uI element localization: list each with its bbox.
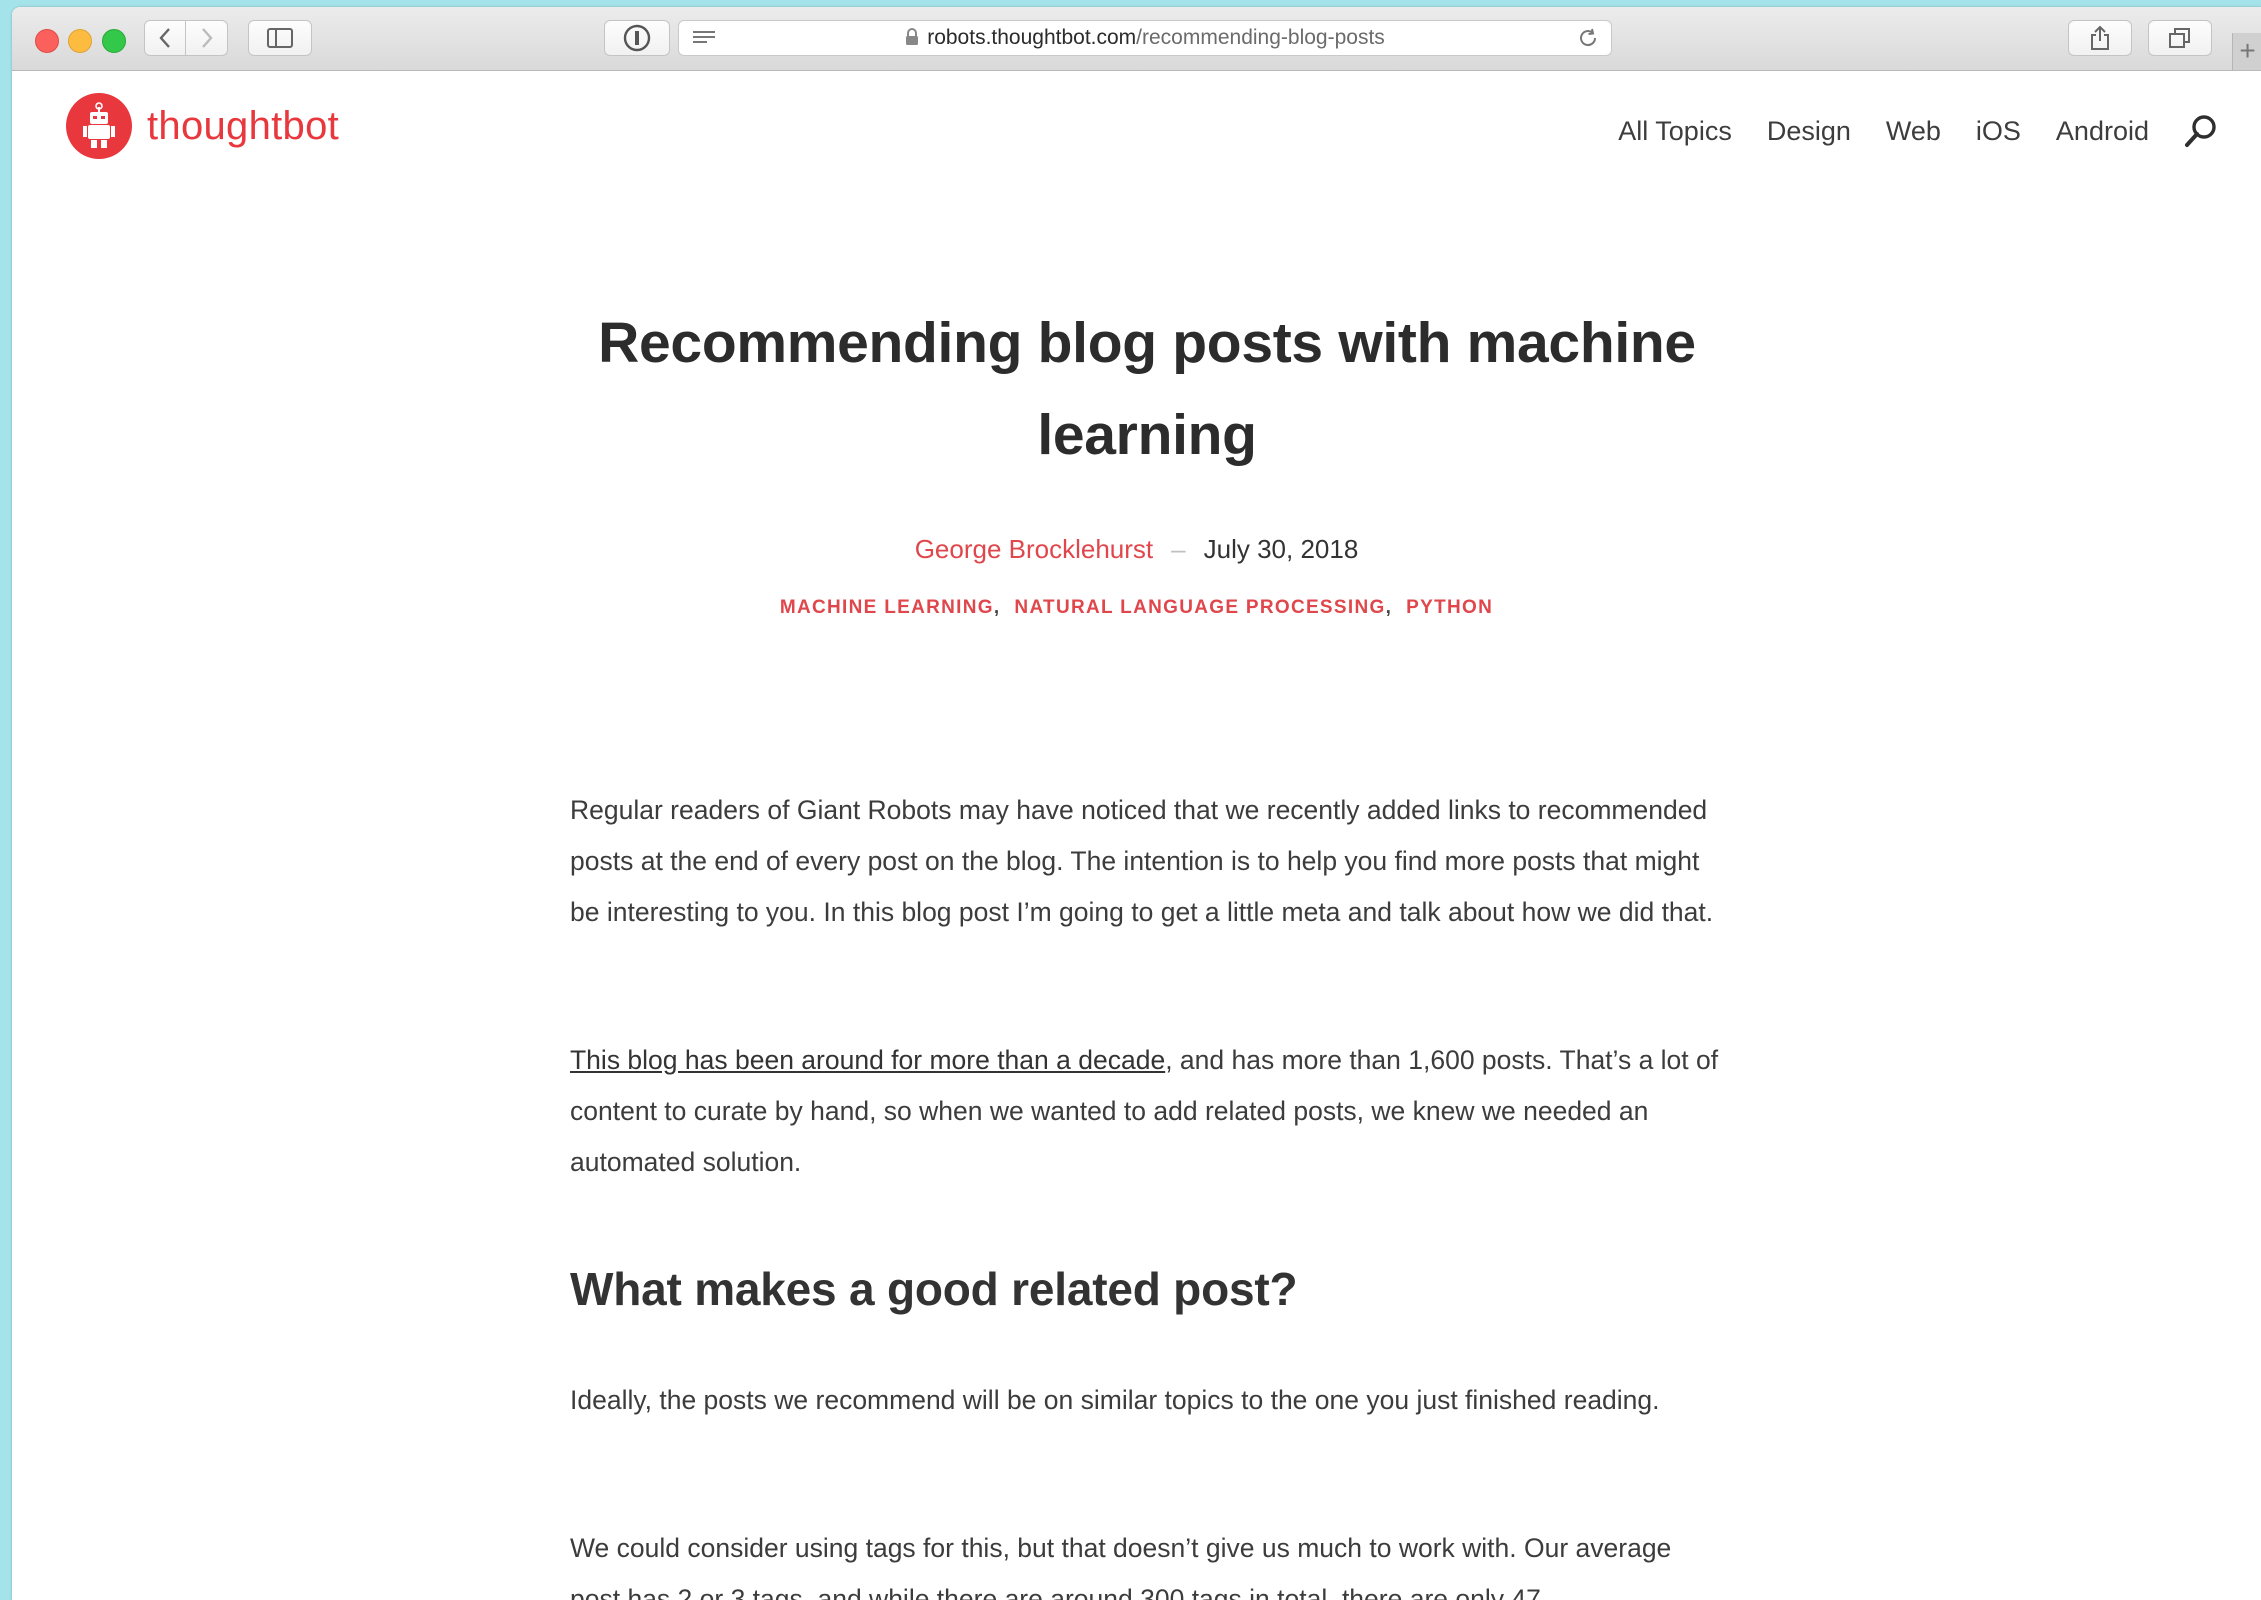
logo-wordmark: thoughtbot xyxy=(147,103,340,148)
chevron-left-icon xyxy=(159,28,170,48)
address-bar[interactable]: robots.thoughtbot.com/recommending-blog-… xyxy=(678,20,1612,56)
tag-comma: , xyxy=(1385,597,1393,618)
history-link[interactable]: This blog has been around for more than … xyxy=(570,1045,1165,1075)
sidebar-toggle-button[interactable] xyxy=(248,20,312,56)
paragraph-history: This blog has been around for more than … xyxy=(570,1035,1720,1188)
nav-ios[interactable]: iOS xyxy=(1976,116,2021,147)
share-icon xyxy=(2091,25,2109,50)
url-path: /recommending-blog-posts xyxy=(1136,26,1385,49)
author-link[interactable]: George Brocklehurst xyxy=(915,534,1153,564)
post-date: July 30, 2018 xyxy=(1203,534,1359,564)
site-nav: All Topics Design Web iOS Android xyxy=(1583,113,2219,149)
back-button[interactable] xyxy=(144,20,186,56)
tabs-overview-icon xyxy=(2169,28,2190,48)
key-circle-icon xyxy=(623,24,651,52)
forward-button[interactable] xyxy=(186,20,228,56)
share-button[interactable] xyxy=(2068,20,2132,56)
site-logo[interactable]: thoughtbot xyxy=(66,93,339,159)
chevron-right-icon xyxy=(201,28,213,48)
url-host: robots.thoughtbot.com xyxy=(927,26,1137,49)
nav-android[interactable]: Android xyxy=(2056,116,2149,147)
paragraph-ideal-text: Ideally, the posts we recommend will be … xyxy=(570,1385,1660,1415)
close-window-button[interactable] xyxy=(35,29,59,53)
post-meta: George Brocklehurst – July 30, 2018 xyxy=(12,534,2261,565)
lock-icon xyxy=(906,28,919,45)
paragraph-history-text: This blog has been around for more than … xyxy=(570,1035,1720,1188)
post-tags: MACHINE LEARNING, NATURAL LANGUAGE PROCES… xyxy=(12,597,2261,619)
tag-comma: , xyxy=(993,597,1001,618)
minimize-window-button[interactable] xyxy=(68,29,92,53)
nav-all-topics[interactable]: All Topics xyxy=(1618,116,1732,147)
browser-window: robots.thoughtbot.com/recommending-blog-… xyxy=(12,7,2261,1600)
section-heading: What makes a good related post? xyxy=(570,1263,1298,1315)
tag-machine-learning[interactable]: MACHINE LEARNING xyxy=(780,597,994,618)
paragraph-intro: Regular readers of Giant Robots may have… xyxy=(570,785,1720,938)
show-tabs-button[interactable] xyxy=(2148,20,2212,56)
reload-icon[interactable] xyxy=(1577,27,1599,49)
robot-logo-icon xyxy=(66,93,132,159)
paragraph-tags-text: We could consider using tags for this, b… xyxy=(570,1533,1672,1600)
paragraph-tags: We could consider using tags for this, b… xyxy=(570,1523,1720,1600)
nav-design[interactable]: Design xyxy=(1767,116,1851,147)
tag-natural-language-processing[interactable]: NATURAL LANGUAGE PROCESSING xyxy=(1014,597,1385,618)
zoom-window-button[interactable] xyxy=(102,29,126,53)
meta-separator: – xyxy=(1171,534,1186,564)
paragraph-ideal: Ideally, the posts we recommend will be … xyxy=(570,1375,1720,1426)
url-text: robots.thoughtbot.com/recommending-blog-… xyxy=(679,21,1611,55)
paragraph-intro-text: Regular readers of Giant Robots may have… xyxy=(570,795,1714,927)
nav-web[interactable]: Web xyxy=(1886,116,1941,147)
browser-toolbar: robots.thoughtbot.com/recommending-blog-… xyxy=(12,7,2261,71)
tag-python[interactable]: PYTHON xyxy=(1406,597,1493,618)
password-button[interactable] xyxy=(604,20,670,56)
post-title: Recommending blog posts with machine lea… xyxy=(598,311,1696,467)
new-tab-button[interactable]: + xyxy=(2232,33,2261,70)
sidebar-icon xyxy=(267,28,293,48)
search-icon[interactable] xyxy=(2183,113,2219,149)
